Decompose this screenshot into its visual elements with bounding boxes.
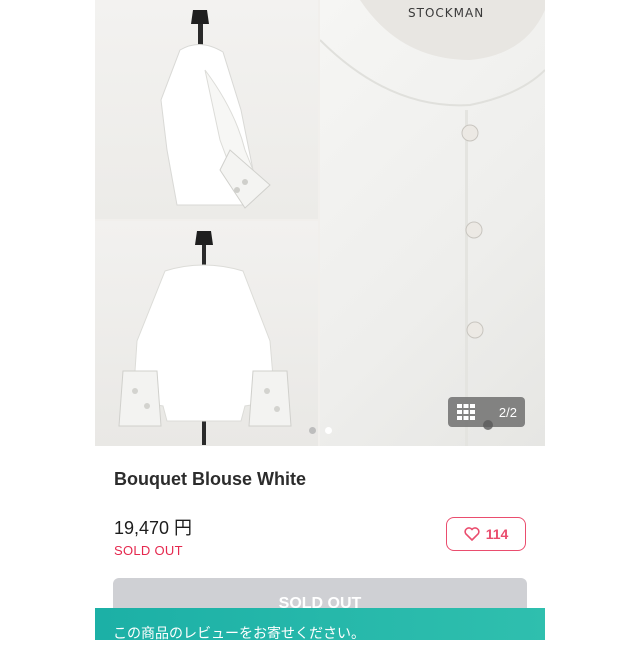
product-image-gallery[interactable]: STOCKMAN 2/2 bbox=[95, 0, 545, 446]
sold-out-label: SOLD OUT bbox=[114, 543, 183, 558]
review-banner[interactable]: この商品のレビューをお寄せください。 bbox=[95, 608, 545, 641]
mannequin-label: STOCKMAN bbox=[408, 6, 485, 20]
heart-icon bbox=[464, 527, 480, 541]
product-photo-closeup[interactable]: STOCKMAN bbox=[320, 0, 545, 446]
product-photo-back[interactable] bbox=[95, 221, 318, 446]
like-button[interactable]: 114 bbox=[446, 517, 526, 551]
blouse-back-illustration bbox=[118, 231, 292, 445]
blouse-side-illustration bbox=[160, 10, 271, 209]
blouse-closeup-illustration bbox=[320, 0, 545, 446]
page-counter: 2/2 bbox=[498, 405, 517, 420]
like-count: 114 bbox=[485, 526, 509, 542]
grid-icon bbox=[457, 404, 475, 420]
product-price: 19,470 円 bbox=[114, 518, 193, 538]
pagination-dot[interactable] bbox=[309, 427, 316, 434]
pagination-dots bbox=[309, 421, 337, 439]
product-photo-side[interactable] bbox=[95, 0, 318, 219]
image-counter-badge[interactable]: 2/2 bbox=[448, 397, 525, 427]
pagination-dot-active[interactable] bbox=[325, 427, 333, 434]
product-title: Bouquet Blouse White bbox=[114, 469, 306, 489]
